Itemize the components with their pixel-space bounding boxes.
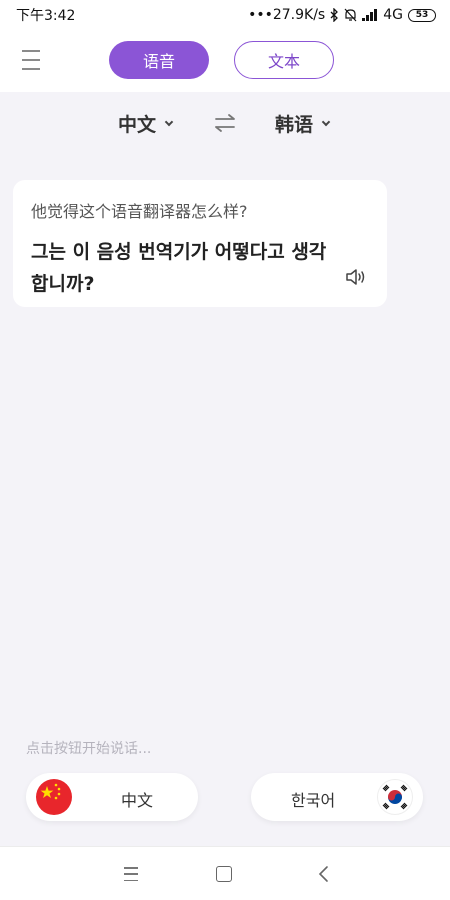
system-navigation-bar — [0, 846, 450, 900]
home-icon[interactable] — [216, 866, 232, 882]
tab-text[interactable]: 文本 — [234, 41, 334, 79]
target-language-select[interactable]: 韩语 — [275, 110, 331, 137]
translated-text: 그는 이 음성 번역기가 어떻다고 생각 합니까? — [31, 241, 327, 295]
source-language-label: 中文 — [118, 114, 157, 136]
korea-flag-icon — [377, 779, 413, 815]
tab-voice[interactable]: 语音 — [109, 41, 209, 79]
status-bar: 下午3:42 •••27.9K/s 4G 53 — [0, 0, 450, 30]
status-time: 下午3:42 — [16, 8, 76, 24]
source-text: 他觉得这个语音翻译器怎么样? — [31, 202, 248, 221]
speak-korean-button[interactable]: 한국어 — [251, 773, 423, 821]
chinese-button-label: 中文 — [121, 791, 154, 810]
bluetooth-icon — [330, 8, 339, 22]
chevron-down-icon — [321, 117, 331, 126]
back-icon[interactable] — [315, 865, 333, 883]
recent-apps-icon[interactable] — [124, 865, 142, 883]
battery-icon: 53 — [408, 8, 436, 22]
swap-languages-icon[interactable] — [212, 110, 238, 136]
network-type: 4G — [383, 7, 403, 23]
app-header: 语音 文本 — [0, 30, 450, 92]
target-language-label: 韩语 — [275, 114, 314, 136]
status-icons: •••27.9K/s 4G 53 — [248, 7, 436, 23]
korean-button-label: 한국어 — [291, 791, 336, 810]
speaker-icon[interactable] — [345, 267, 367, 287]
source-language-select[interactable]: 中文 — [118, 110, 174, 137]
network-speed: •••27.9K/s — [248, 7, 326, 23]
hint-text: 点击按钮开始说话... — [26, 741, 152, 757]
hamburger-menu-icon[interactable] — [22, 50, 42, 70]
speak-chinese-button[interactable]: 中文 — [26, 773, 198, 821]
signal-icon — [362, 9, 378, 21]
language-bar: 中文 韩语 — [0, 100, 450, 146]
chevron-down-icon — [164, 117, 174, 126]
mute-bell-icon — [344, 8, 357, 22]
translation-card: 他觉得这个语音翻译器怎么样? 그는 이 음성 번역기가 어떻다고 생각 합니까? — [13, 180, 387, 307]
china-flag-icon — [36, 779, 72, 815]
